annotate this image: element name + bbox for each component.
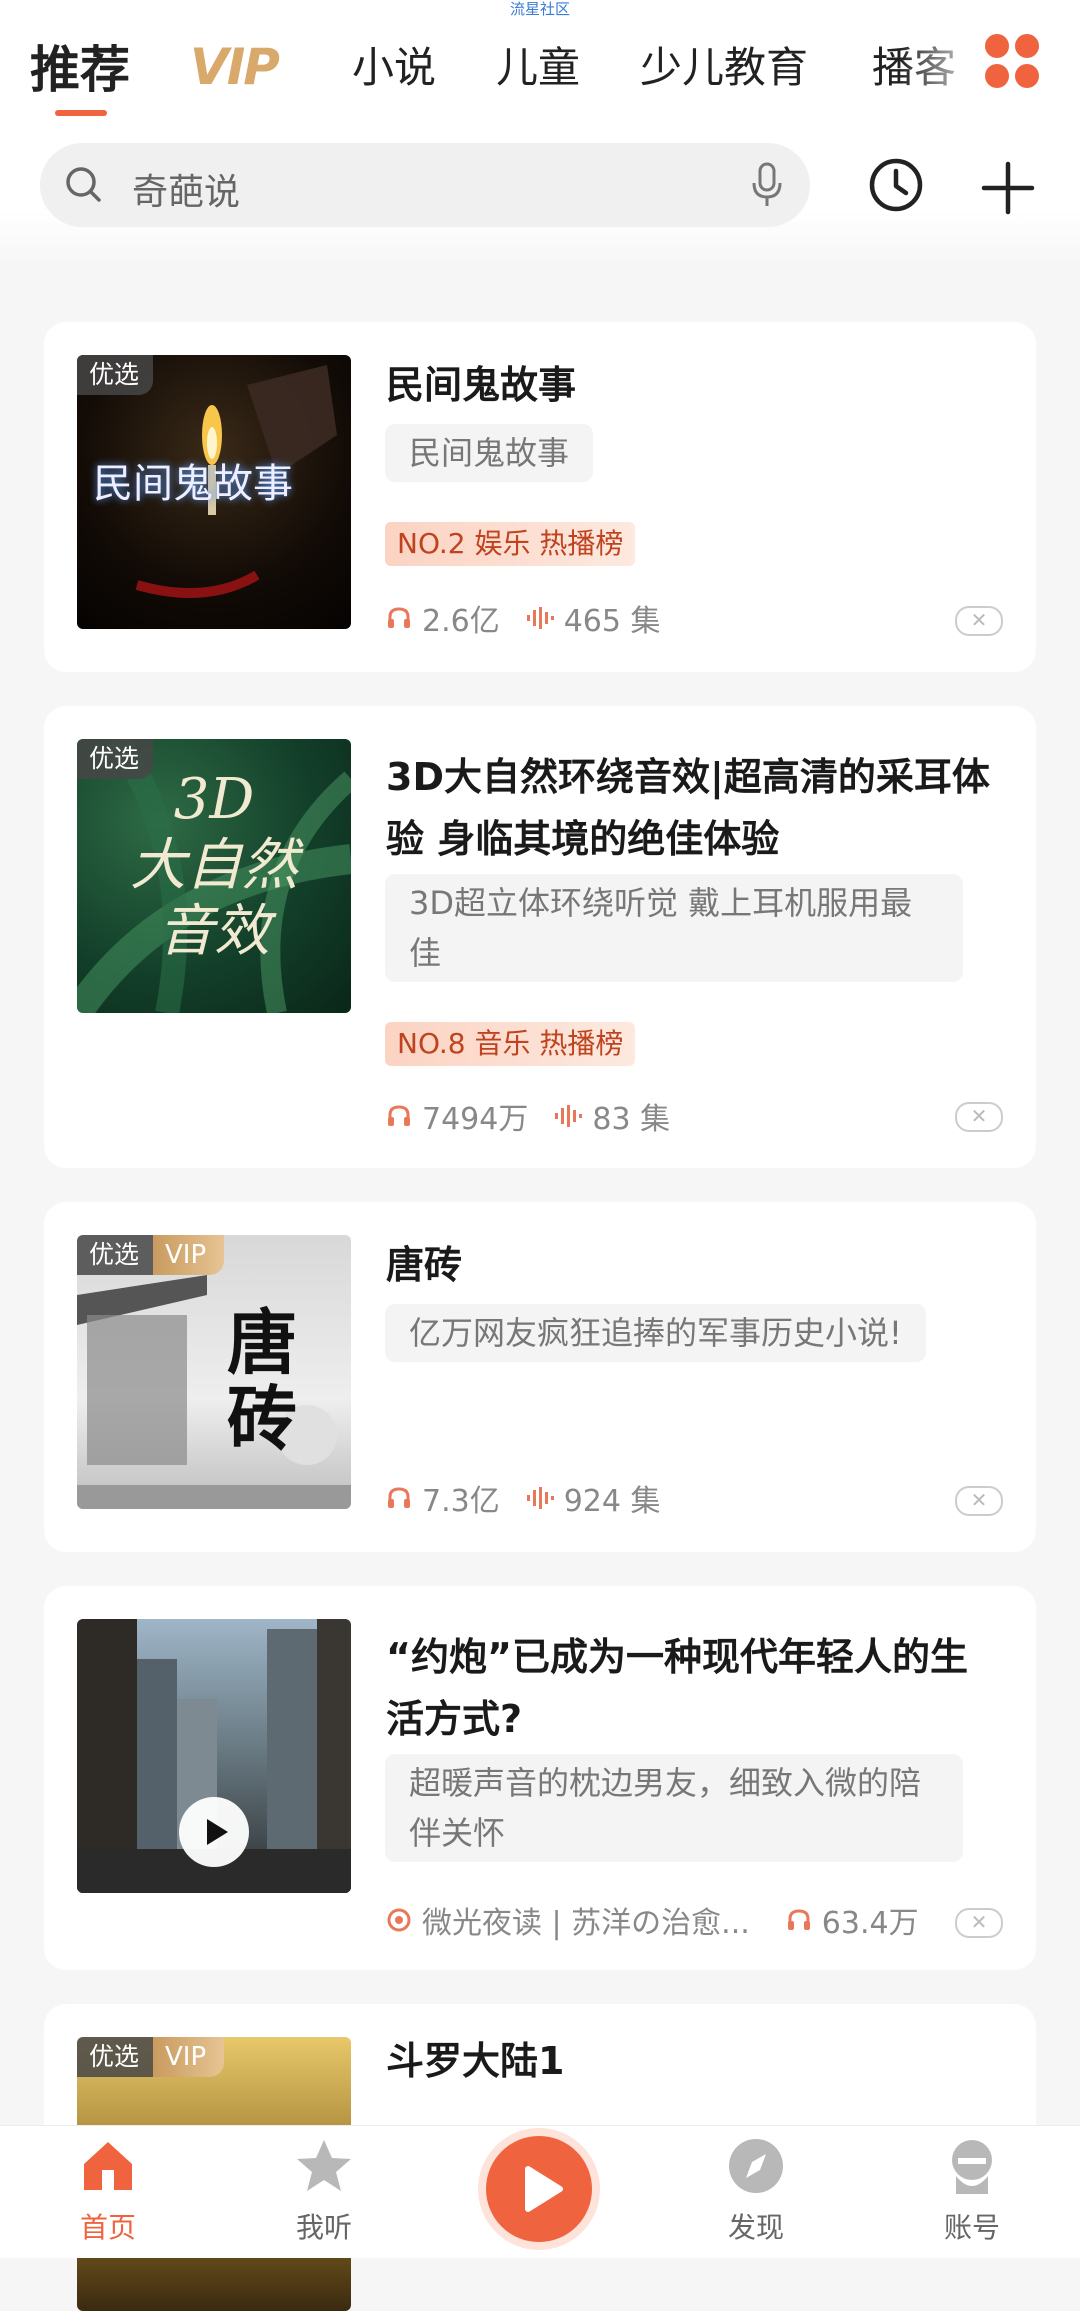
album-cover[interactable]: 民间鬼故事 优选 [77,355,351,629]
rank-tag[interactable]: NO.2 娱乐 热播榜 [385,522,636,566]
dismiss-icon[interactable]: ✕ [955,606,1003,636]
headphones-icon [787,1909,810,1930]
star-icon [297,2140,351,2191]
album-card[interactable]: 3D 大自然 音效 优选 3D大自然环绕音效|超高清的采耳体验 身临其境的绝佳体… [44,706,1036,1168]
headphones-icon [388,607,410,628]
compass-icon [729,2139,783,2193]
album-stats: 7494万 83 集 [386,1094,670,1138]
search-bar[interactable]: 奇葩说 [40,143,810,227]
episode-count: 924 集 [563,1484,661,1519]
badge: 优选 [77,739,154,779]
tab-vip[interactable]: VIP [190,38,280,96]
album-description: 超暖声音的枕边男友，细致入微的陪伴关怀 [385,1754,963,1862]
album-title[interactable]: 民间鬼故事 [386,354,996,416]
play-count: 7494万 [422,1102,529,1137]
episode-count: 465 集 [563,604,661,639]
play-count: 63.4万 [821,1906,919,1941]
episodes-icon [526,607,554,629]
search-placeholder: 奇葩说 [132,172,241,213]
album-stats: 微光夜读 | 苏洋の治愈... 63.4万 [386,1898,919,1942]
cover-title: 唐砖 [227,1301,297,1460]
category-grid-icon[interactable] [985,34,1041,90]
album-card[interactable]: 唐砖 优选 VIP 唐砖 亿万网友疯狂追捧的军事历史小说! 7.3亿 924 集 … [44,1202,1036,1552]
active-tab-indicator [55,110,107,116]
album-description: 民间鬼故事 [385,424,594,482]
album-cover[interactable] [77,1619,351,1893]
episode-count: 83 集 [592,1102,671,1137]
nav-discover[interactable]: 发现 [696,2136,816,2246]
album-description: 3D超立体环绕听觉 戴上耳机服用最佳 [385,874,963,982]
album-cover[interactable]: 3D 大自然 音效 优选 [77,739,351,1013]
album-title[interactable]: 3D大自然环绕音效|超高清的采耳体验 身临其境的绝佳体验 [386,746,996,870]
add-icon[interactable] [980,160,1036,216]
play-overlay-icon[interactable] [179,1797,249,1867]
album-title[interactable]: 斗罗大陆1 [386,2030,996,2092]
badge: 优选 VIP [77,1235,225,1275]
author-name[interactable]: 微光夜读 | 苏洋の治愈... [422,1898,750,1942]
status-text: 流星社区 [509,0,570,18]
dismiss-icon[interactable]: ✕ [955,1908,1003,1938]
microphone-icon[interactable] [750,161,784,209]
album-stats: 2.6亿 465 集 [386,596,661,640]
category-tabs: 推荐 VIP 小说 儿童 少儿教育 播客 [0,30,1080,120]
cover-art [77,1275,351,1509]
album-title[interactable]: “约炮”已成为一种现代年轻人的生活方式? [386,1626,996,1750]
tab-children[interactable]: 儿童 [496,34,580,95]
headphones-icon [388,1487,410,1508]
play-count: 7.3亿 [422,1484,500,1519]
account-icon [952,2140,992,2194]
nav-home[interactable]: 首页 [48,2136,168,2246]
dismiss-icon[interactable]: ✕ [955,1486,1003,1516]
album-description: 亿万网友疯狂追捧的军事历史小说! [385,1304,926,1362]
nav-account[interactable]: 账号 [912,2136,1032,2246]
search-icon [66,167,101,202]
episodes-icon [526,1487,554,1509]
headphones-icon [388,1105,410,1126]
album-cover[interactable]: 唐砖 优选 VIP [77,1235,351,1509]
episodes-icon [555,1105,583,1127]
home-icon [84,2142,132,2190]
bottom-navigation: 首页 我听 发现 账号 [0,2125,1080,2258]
tab-recommend[interactable]: 推荐 [30,30,130,102]
badge: 优选 VIP [77,2037,225,2077]
top-bar: 流星社区 推荐 VIP 小说 儿童 少儿教育 播客 奇葩说 [0,0,1080,265]
album-card[interactable]: 民间鬼故事 优选 民间鬼故事 民间鬼故事 NO.2 娱乐 热播榜 2.6亿 46… [44,322,1036,672]
nav-listening[interactable]: 我听 [264,2136,384,2246]
album-card[interactable]: “约炮”已成为一种现代年轻人的生活方式? 超暖声音的枕边男友，细致入微的陪伴关怀… [44,1586,1036,1970]
album-stats: 7.3亿 924 集 [386,1476,661,1520]
play-count: 2.6亿 [422,604,500,639]
author-icon [387,1908,411,1932]
tabs-fade [900,30,990,120]
cover-title: 民间鬼故事 [93,461,293,507]
dismiss-icon[interactable]: ✕ [955,1102,1003,1132]
player-button[interactable] [486,2136,592,2242]
tab-kids-education[interactable]: 少儿教育 [640,34,808,95]
cover-title: 3D 大自然 音效 [130,767,298,964]
tab-novel[interactable]: 小说 [352,34,436,95]
rank-tag[interactable]: NO.8 音乐 热播榜 [385,1022,636,1066]
play-icon [525,2166,563,2212]
history-icon[interactable] [866,155,926,215]
badge: 优选 [77,355,154,395]
album-title[interactable]: 唐砖 [386,1234,996,1296]
